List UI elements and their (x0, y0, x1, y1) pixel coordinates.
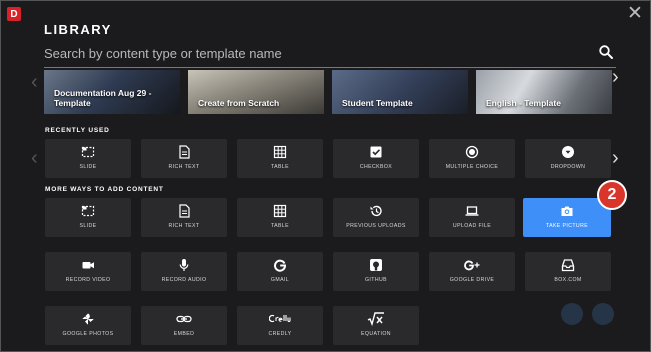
google-icon (237, 258, 323, 272)
github-icon (333, 258, 419, 272)
tile-label: Box.com (554, 277, 582, 283)
tile-label: Previous Uploads (346, 223, 406, 229)
recent-next-icon[interactable]: › (612, 148, 619, 168)
history-icon (333, 204, 419, 218)
tile-label: Github (365, 277, 387, 283)
library-modal: D LIBRARY ✕ ‹ Documentation Aug 29 - Tem… (0, 0, 651, 352)
tile-label: Multiple Choice (445, 164, 499, 170)
tile-record-audio[interactable]: Record Audio (141, 252, 227, 291)
tile-label: Upload File (452, 223, 492, 229)
tile-previous-uploads[interactable]: Previous Uploads (333, 198, 419, 237)
template-carousel: Documentation Aug 29 - Template Create f… (44, 70, 612, 114)
tile-label: Rich Text (168, 223, 200, 229)
template-card[interactable]: Student Template (332, 70, 468, 114)
tile-label: Record Video (65, 277, 111, 283)
tile-equation[interactable]: Equation (333, 306, 419, 345)
google-plus-icon (429, 258, 515, 272)
tile-record-video[interactable]: Record Video (45, 252, 131, 291)
tile-github[interactable]: Github (333, 252, 419, 291)
tile-label: Equation (361, 331, 391, 337)
tile-dropdown[interactable]: Dropdown (525, 139, 611, 178)
tile-label: Table (270, 223, 290, 229)
recent-prev-icon[interactable]: ‹ (31, 148, 38, 168)
add-fab-icon[interactable] (561, 303, 583, 325)
tile-gmail[interactable]: Gmail (237, 252, 323, 291)
tile-label: Record Audio (161, 277, 207, 283)
table-icon (237, 204, 323, 218)
tile-label: Checkbox (359, 164, 393, 170)
step-badge: 2 (597, 180, 627, 210)
tile-upload-file[interactable]: Upload File (429, 198, 515, 237)
app-logo: D (7, 7, 21, 21)
page-title: LIBRARY (44, 22, 112, 37)
table-icon (237, 145, 323, 159)
tile-rich-text[interactable]: Rich Text (141, 198, 227, 237)
tile-rich-text[interactable]: Rich Text (141, 139, 227, 178)
videocam-icon (45, 258, 131, 272)
slide-icon (45, 204, 131, 218)
slide-icon (45, 145, 131, 159)
search-icon[interactable] (598, 44, 614, 60)
document-icon (141, 204, 227, 218)
tile-label: Gmail (270, 277, 290, 283)
tile-label: Slide (79, 223, 97, 229)
tile-google-drive[interactable]: Google Drive (429, 252, 515, 291)
document-icon (141, 145, 227, 159)
tile-take-picture[interactable]: Take Picture (523, 198, 611, 237)
template-card[interactable]: English - Template (476, 70, 612, 114)
search-input[interactable] (44, 43, 584, 63)
tile-label: Take Picture (545, 223, 589, 229)
tile-label: Google Photos (62, 331, 114, 337)
template-label: Student Template (342, 98, 413, 108)
checkbox-icon (333, 145, 419, 159)
tile-checkbox[interactable]: Checkbox (333, 139, 419, 178)
inbox-icon (525, 258, 611, 272)
dropdown-icon (525, 145, 611, 159)
template-label: Create from Scratch (198, 98, 280, 108)
radio-icon (429, 145, 515, 159)
chat-fab-icon[interactable] (592, 303, 614, 325)
template-label: Documentation Aug 29 - Template (54, 88, 152, 108)
tile-label: Rich Text (168, 164, 200, 170)
tile-table[interactable]: Table (237, 139, 323, 178)
template-label: English - Template (486, 98, 561, 108)
section-heading-recently-used: RECENTLY USED (45, 127, 110, 134)
templates-prev-icon[interactable]: ‹ (31, 72, 38, 92)
template-card[interactable]: Documentation Aug 29 - Template (44, 70, 180, 114)
tile-credly[interactable]: Credly (237, 306, 323, 345)
credly-icon (237, 312, 323, 326)
camera-icon (523, 204, 611, 218)
search-bar (44, 41, 616, 68)
tile-multiple-choice[interactable]: Multiple Choice (429, 139, 515, 178)
tile-label: Google Drive (449, 277, 495, 283)
tile-table[interactable]: Table (237, 198, 323, 237)
laptop-icon (429, 204, 515, 218)
tile-label: Credly (268, 331, 292, 337)
tile-box-com[interactable]: Box.com (525, 252, 611, 291)
section-heading-more-ways: MORE WAYS TO ADD CONTENT (45, 186, 164, 193)
tile-slide[interactable]: Slide (45, 198, 131, 237)
templates-next-icon[interactable]: › (612, 67, 619, 87)
template-card[interactable]: Create from Scratch (188, 70, 324, 114)
pinwheel-icon (45, 312, 131, 326)
microphone-icon (141, 258, 227, 272)
close-icon[interactable]: ✕ (626, 4, 644, 23)
tile-label: Slide (79, 164, 97, 170)
tile-label: Table (270, 164, 290, 170)
tile-label: Embed (173, 331, 195, 337)
tile-embed[interactable]: Embed (141, 306, 227, 345)
link-icon (141, 312, 227, 326)
tile-google-photos[interactable]: Google Photos (45, 306, 131, 345)
sqrt-icon (333, 312, 419, 326)
tile-slide[interactable]: Slide (45, 139, 131, 178)
tile-label: Dropdown (550, 164, 586, 170)
